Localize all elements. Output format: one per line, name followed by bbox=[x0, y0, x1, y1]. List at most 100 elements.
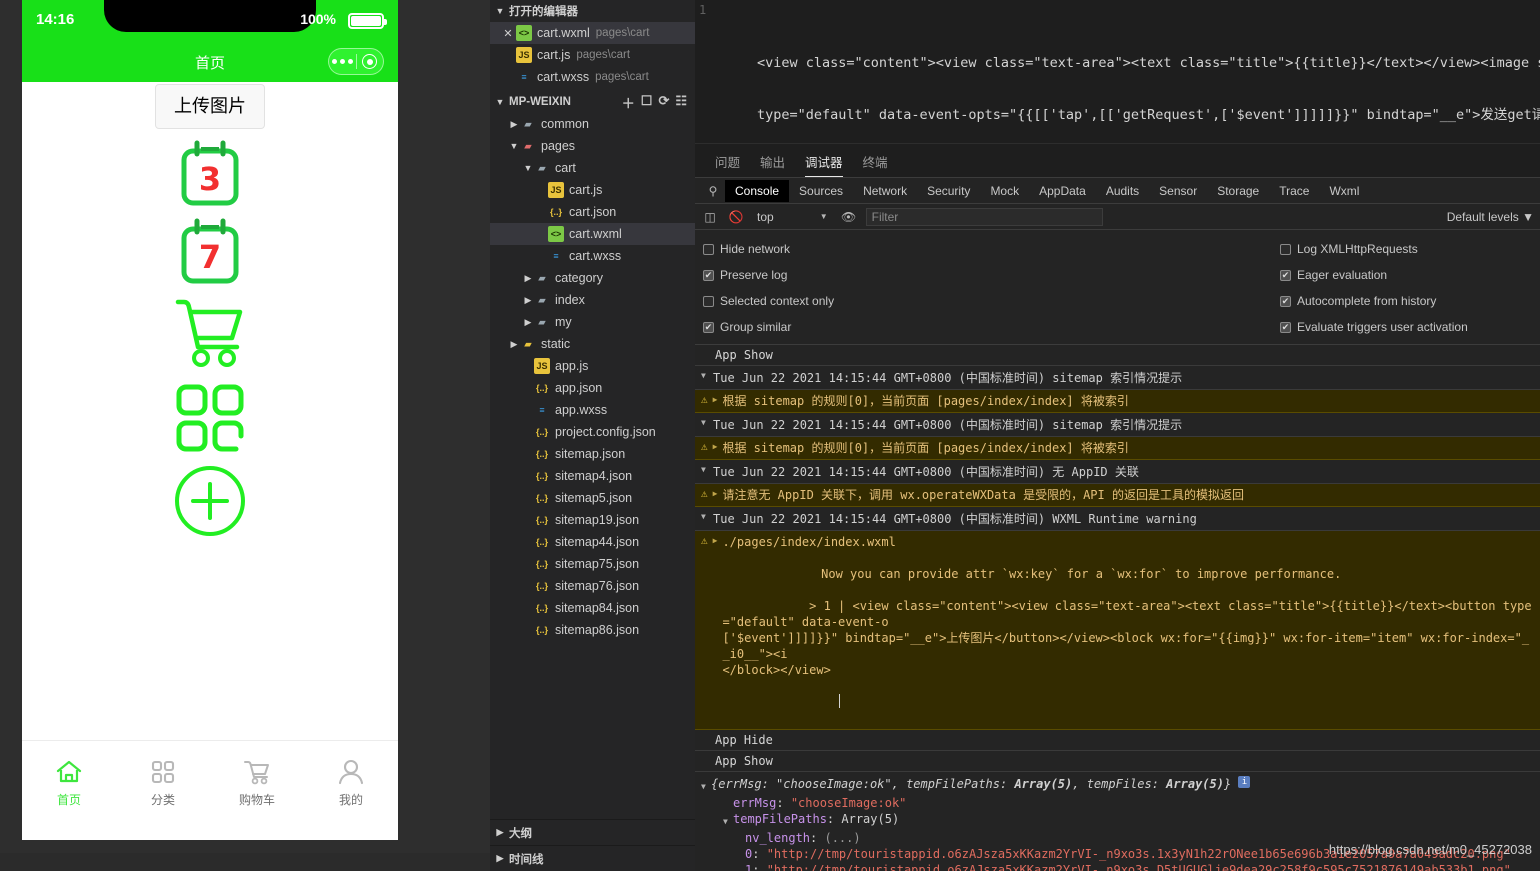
collapse-all-icon[interactable]: ☷ bbox=[675, 93, 687, 112]
checkbox-icon[interactable]: ✔ bbox=[703, 269, 714, 281]
tree-file[interactable]: {..} sitemap76.json bbox=[490, 575, 695, 597]
devtools-tab-sources[interactable]: Sources bbox=[789, 180, 853, 202]
tree-folder[interactable]: ▶ ▰ my bbox=[490, 311, 695, 333]
chevron-right-icon[interactable]: ▶ bbox=[494, 827, 506, 838]
console-group-header[interactable]: ▼ Tue Jun 22 2021 14:15:44 GMT+0800 (中国标… bbox=[695, 413, 1540, 437]
chevron-down-icon[interactable]: ▼ bbox=[701, 510, 713, 521]
setting-selected-context-only[interactable]: Selected context only bbox=[703, 294, 1280, 308]
tree-file[interactable]: {..} sitemap5.json bbox=[490, 487, 695, 509]
tree-file[interactable]: JS app.js bbox=[490, 355, 695, 377]
devtools-tab-sensor[interactable]: Sensor bbox=[1149, 180, 1207, 202]
tree-file[interactable]: {..} sitemap.json bbox=[490, 443, 695, 465]
chevron-right-icon[interactable]: ▶ bbox=[522, 295, 534, 306]
tree-file[interactable]: {..} sitemap86.json bbox=[490, 619, 695, 641]
tree-file[interactable]: {..} sitemap75.json bbox=[490, 553, 695, 575]
more-dots-icon[interactable] bbox=[329, 59, 356, 64]
chevron-down-icon[interactable]: ▼ bbox=[701, 776, 711, 795]
checkbox-icon[interactable]: ✔ bbox=[703, 321, 714, 333]
chevron-right-icon[interactable]: ▶ bbox=[508, 339, 520, 350]
tree-file[interactable]: ≡ cart.wxss bbox=[490, 245, 695, 267]
project-header[interactable]: ▼ MP-WEIXIN ＋ ☐ ⟳ ☷ bbox=[490, 91, 695, 113]
tree-file[interactable]: {..} project.config.json bbox=[490, 421, 695, 443]
checkbox-icon[interactable]: ✔ bbox=[1280, 269, 1291, 281]
upload-image-button[interactable]: 上传图片 bbox=[155, 84, 265, 130]
tree-folder[interactable]: ▶ ▰ common bbox=[490, 113, 695, 135]
chevron-right-icon[interactable]: ▶ bbox=[713, 534, 718, 545]
chevron-down-icon[interactable]: ▼ bbox=[508, 141, 520, 151]
tab-category[interactable]: 分类 bbox=[116, 741, 210, 840]
checkbox-icon[interactable] bbox=[1280, 243, 1291, 255]
array-value[interactable]: "http://tmp/touristappid.o6zAJsza5xKKazm… bbox=[767, 862, 1511, 871]
chevron-down-icon[interactable]: ▼ bbox=[494, 97, 506, 107]
outline-section[interactable]: ▶ 大纲 bbox=[490, 819, 695, 845]
chevron-down-icon[interactable]: ▼ bbox=[701, 416, 713, 427]
open-editor-cart-js[interactable]: JS cart.js pages\cart bbox=[490, 44, 695, 66]
checkbox-icon[interactable]: ✔ bbox=[1280, 321, 1291, 333]
chevron-right-icon[interactable]: ▶ bbox=[713, 393, 718, 404]
open-editor-cart-wxml[interactable]: ✕ <> cart.wxml pages\cart bbox=[490, 22, 695, 44]
tab-home[interactable]: 首页 bbox=[22, 741, 116, 840]
checkbox-icon[interactable] bbox=[703, 243, 714, 255]
devtools-tab-storage[interactable]: Storage bbox=[1207, 180, 1269, 202]
tree-file[interactable]: {..} cart.json bbox=[490, 201, 695, 223]
console-group-header[interactable]: ▼ Tue Jun 22 2021 14:15:44 GMT+0800 (中国标… bbox=[695, 507, 1540, 531]
tree-folder[interactable]: ▶ ▰ index bbox=[490, 289, 695, 311]
clear-console-icon[interactable]: 🚫 bbox=[727, 210, 745, 224]
context-selector[interactable]: top ▼ bbox=[753, 210, 832, 224]
chevron-down-icon[interactable]: ▼ bbox=[494, 6, 506, 16]
open-editor-cart-wxss[interactable]: ≡ cart.wxss pages\cart bbox=[490, 66, 695, 88]
console-group-header[interactable]: ▼ Tue Jun 22 2021 14:15:44 GMT+0800 (中国标… bbox=[695, 366, 1540, 390]
chevron-right-icon[interactable]: ▶ bbox=[522, 273, 534, 284]
tree-folder[interactable]: ▶ ▰ category bbox=[490, 267, 695, 289]
timeline-section[interactable]: ▶ 时间线 bbox=[490, 845, 695, 871]
devtools-tab-console[interactable]: Console bbox=[725, 179, 790, 202]
new-file-icon[interactable]: ＋ bbox=[622, 93, 635, 112]
tree-file[interactable]: JS cart.js bbox=[490, 179, 695, 201]
checkbox-icon[interactable]: ✔ bbox=[1280, 295, 1291, 307]
panel-tab-output[interactable]: 输出 bbox=[760, 152, 785, 177]
show-console-sidebar-icon[interactable]: ◫ bbox=[701, 210, 719, 224]
chevron-down-icon[interactable]: ▼ bbox=[522, 163, 534, 173]
chevron-right-icon[interactable]: ▶ bbox=[713, 487, 718, 498]
chevron-down-icon[interactable]: ▼ bbox=[701, 463, 713, 474]
tree-file[interactable]: ≡ app.wxss bbox=[490, 399, 695, 421]
console-group-header[interactable]: ▼ Tue Jun 22 2021 14:15:44 GMT+0800 (中国标… bbox=[695, 460, 1540, 484]
panel-tab-problems[interactable]: 问题 bbox=[715, 152, 740, 177]
refresh-icon[interactable]: ⟳ bbox=[658, 93, 669, 112]
info-badge-icon[interactable]: i bbox=[1238, 776, 1251, 788]
setting-evaluate-triggers-user-activation[interactable]: ✔ Evaluate triggers user activation bbox=[1280, 320, 1468, 334]
tab-cart[interactable]: 购物车 bbox=[210, 741, 304, 840]
setting-hide-network[interactable]: Hide network bbox=[703, 242, 1280, 256]
tree-file[interactable]: <> cart.wxml bbox=[490, 223, 695, 245]
inspect-element-icon[interactable]: ⚲ bbox=[701, 184, 725, 198]
chevron-down-icon[interactable]: ▼ bbox=[723, 811, 733, 830]
devtools-tab-security[interactable]: Security bbox=[917, 180, 980, 202]
devtools-tab-network[interactable]: Network bbox=[853, 180, 917, 202]
object-summary[interactable]: ▼ {errMsg: "chooseImage:ok", tempFilePat… bbox=[701, 776, 1532, 795]
devtools-tab-trace[interactable]: Trace bbox=[1269, 180, 1319, 202]
capsule-buttons[interactable] bbox=[328, 48, 384, 75]
chevron-right-icon[interactable]: ▶ bbox=[522, 317, 534, 328]
object-prop-tempfilepaths[interactable]: ▼ tempFilePaths: Array(5) bbox=[701, 811, 1532, 830]
tree-folder[interactable]: ▼ ▰ cart bbox=[490, 157, 695, 179]
new-folder-icon[interactable]: ☐ bbox=[641, 93, 653, 112]
live-expression-icon[interactable]: 👁 bbox=[840, 210, 858, 224]
open-editors-header[interactable]: ▼ 打开的编辑器 bbox=[490, 0, 695, 22]
tree-file[interactable]: {..} sitemap44.json bbox=[490, 531, 695, 553]
tree-file[interactable]: {..} app.json bbox=[490, 377, 695, 399]
devtools-tab-appdata[interactable]: AppData bbox=[1029, 180, 1096, 202]
code-line[interactable]: type="default" data-event-opts="{{[['tap… bbox=[695, 107, 1540, 125]
code-editor[interactable]: 1 <view class="content"><view class="tex… bbox=[695, 0, 1540, 143]
target-circle-icon[interactable] bbox=[357, 54, 384, 69]
setting-autocomplete-from-history[interactable]: ✔ Autocomplete from history bbox=[1280, 294, 1436, 308]
console-filter-input[interactable]: Filter bbox=[865, 207, 1103, 226]
checkbox-icon[interactable] bbox=[703, 295, 714, 307]
tree-file[interactable]: {..} sitemap19.json bbox=[490, 509, 695, 531]
setting-group-similar[interactable]: ✔ Group similar bbox=[703, 320, 1280, 334]
chevron-right-icon[interactable]: ▶ bbox=[508, 119, 520, 130]
devtools-tab-wxml[interactable]: Wxml bbox=[1319, 180, 1369, 202]
tree-folder[interactable]: ▶ ▰ static bbox=[490, 333, 695, 355]
tab-my[interactable]: 我的 bbox=[304, 741, 398, 840]
prop-value[interactable]: (...) bbox=[824, 830, 860, 846]
tree-file[interactable]: {..} sitemap84.json bbox=[490, 597, 695, 619]
